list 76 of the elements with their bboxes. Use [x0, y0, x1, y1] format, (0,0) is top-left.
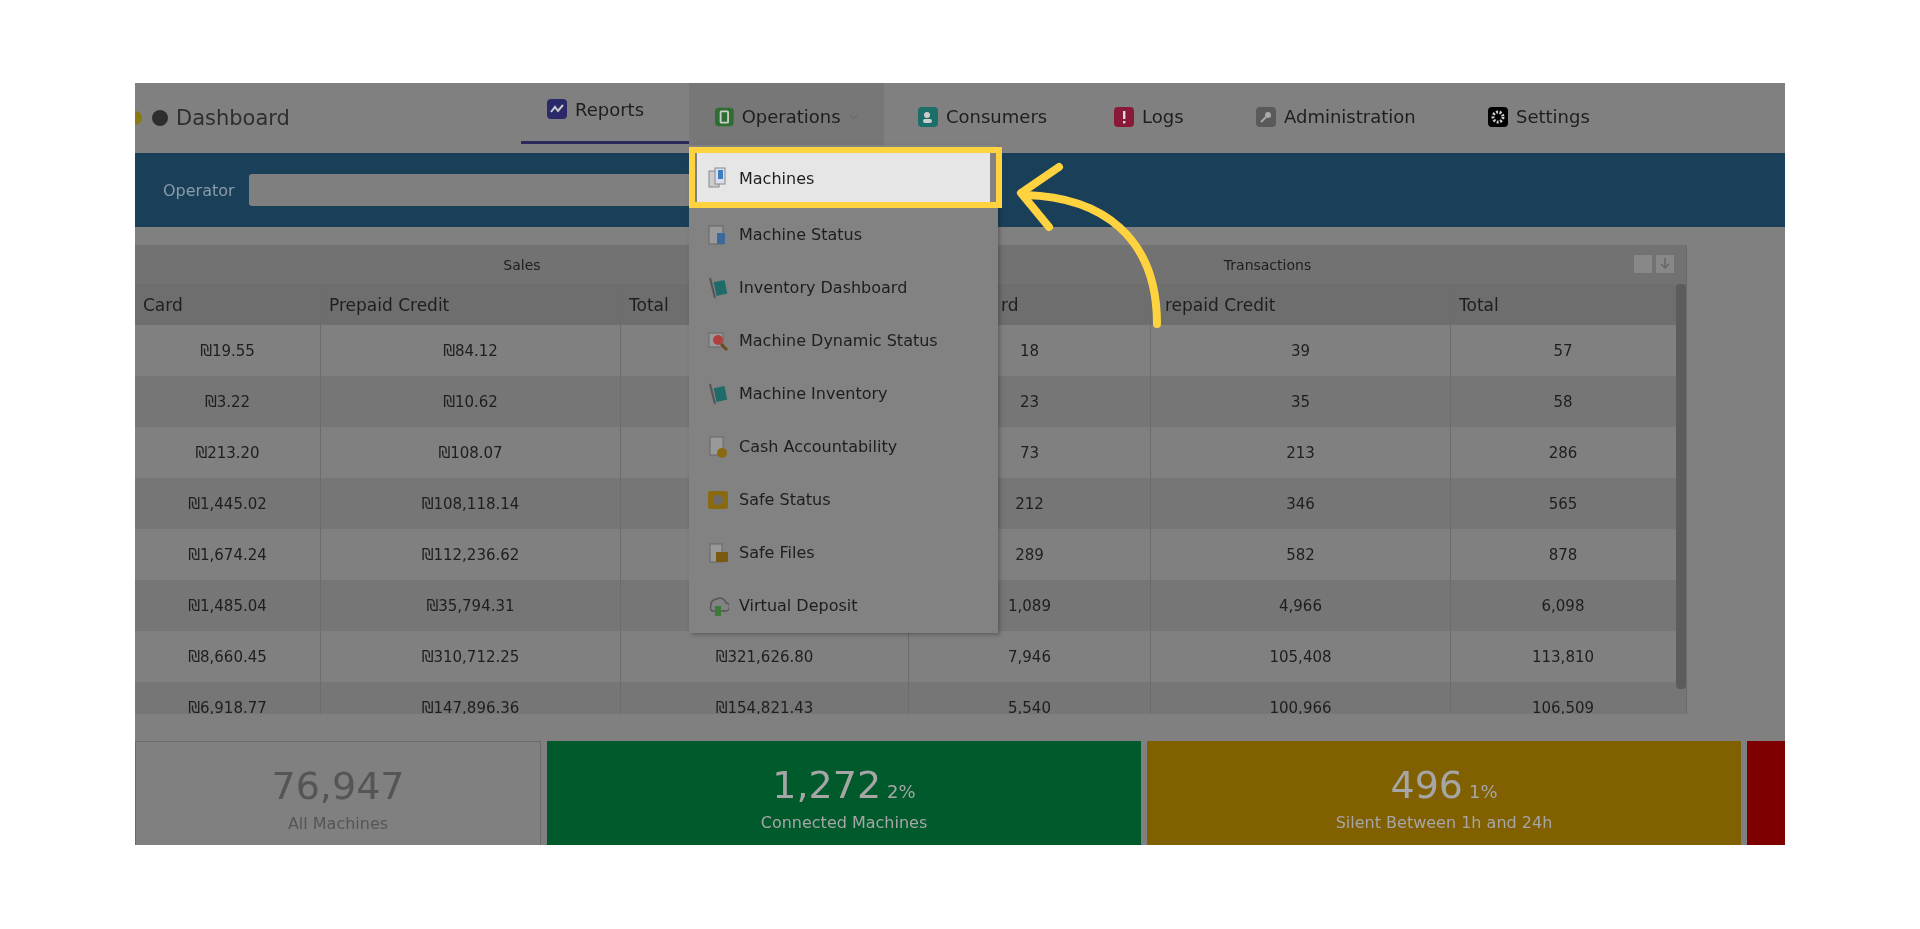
menu-item[interactable]: Safe Files	[689, 526, 998, 579]
menu-item[interactable]: Machine Status	[689, 208, 998, 261]
table-cell: ₪10.62	[443, 392, 498, 411]
group-header: Transactions	[1222, 255, 1313, 275]
table-cell: ₪321,626.80	[715, 647, 814, 666]
download-icon[interactable]	[1656, 255, 1674, 273]
table-cell: ₪1,485.04	[188, 596, 267, 615]
table-cell: 1,089	[1008, 596, 1051, 615]
stat-label: Connected Machines	[760, 813, 928, 832]
table-cell: ₪6,918.77	[188, 698, 267, 714]
nav-tab[interactable]: Logs	[1088, 83, 1230, 153]
stat-percent: 1%	[1469, 781, 1498, 802]
menu-item[interactable]: Machines	[697, 153, 990, 203]
menu-item[interactable]: Cash Accountability	[689, 420, 998, 473]
stat-label: Silent Between 1h and 24h	[1335, 813, 1553, 832]
phone-icon	[715, 106, 734, 127]
menu-item[interactable]: Safe Status	[689, 473, 998, 526]
trolley-icon	[707, 381, 729, 406]
document-coin-icon	[707, 434, 729, 459]
exclamation-icon	[1114, 106, 1134, 127]
trolley-icon	[707, 275, 729, 300]
gear-icon	[1488, 106, 1508, 127]
stat-percent: 2%	[887, 781, 916, 802]
table-cell: 212	[1015, 494, 1044, 513]
stat-value: 496	[1390, 763, 1463, 807]
table-cell: ₪3.22	[204, 392, 251, 411]
table-cell: ₪8,660.45	[188, 647, 267, 666]
table-cell: ₪1,674.24	[188, 545, 267, 564]
menu-item[interactable]: Machine Inventory	[689, 367, 998, 420]
table-cell: 286	[1548, 443, 1578, 462]
table-cell: 106,509	[1532, 698, 1594, 714]
table-cell: 878	[1548, 545, 1578, 564]
menu-item[interactable]: Virtual Deposit	[689, 579, 998, 632]
table-cell: 100,966	[1269, 698, 1332, 714]
table-cell: 18	[1019, 341, 1040, 360]
speedometer-icon	[152, 110, 168, 126]
table-cell: 39	[1290, 341, 1311, 360]
table-cell: ₪1,445.02	[188, 494, 267, 513]
table-cell: 23	[1019, 392, 1040, 411]
table-cell: ₪108.07	[438, 443, 503, 462]
machines-icon	[707, 166, 729, 190]
table-cell: 346	[1286, 494, 1315, 513]
table-cell: 73	[1019, 443, 1040, 462]
table-cell: 7,946	[1008, 647, 1051, 666]
table-cell: ₪213.20	[195, 443, 260, 462]
people-icon	[918, 106, 938, 127]
table-cell: ₪147,896.36	[421, 698, 520, 714]
table-cell: ₪84.12	[443, 341, 498, 360]
table-cell: ₪35,794.31	[426, 596, 515, 615]
table-cell: 58	[1553, 392, 1573, 411]
scrollbar[interactable]	[1676, 284, 1686, 689]
table-cell: 105,408	[1269, 647, 1332, 666]
group-header: Sales	[502, 255, 542, 275]
table-cell: 35	[1290, 392, 1311, 411]
table-cell: ₪108,118.14	[421, 494, 520, 513]
table-cell: 565	[1548, 494, 1578, 513]
table-cell: 113,810	[1532, 647, 1594, 666]
operator-label: Operator	[163, 180, 235, 200]
table-cell: 213	[1286, 443, 1315, 462]
table-cell: ₪154,821.43	[715, 698, 814, 714]
files-icon	[707, 540, 729, 565]
table-cell: ₪112,236.62	[421, 545, 520, 564]
stat-value: 1,272	[772, 763, 882, 807]
table-cell: ₪19.55	[200, 341, 255, 360]
table-cell: 57	[1553, 341, 1573, 360]
nav-tab[interactable]: Administration	[1230, 83, 1462, 153]
dashboard-title[interactable]: Dashboard	[176, 106, 290, 130]
table-cell: ₪310,712.25	[421, 647, 520, 666]
table-cell: 6,098	[1541, 596, 1585, 615]
key-icon	[1256, 106, 1276, 127]
column-header[interactable]: Total	[1451, 284, 1675, 325]
table-cell: 5,540	[1008, 698, 1051, 714]
table-cell: 289	[1015, 545, 1044, 564]
nav-tab[interactable]: Settings	[1462, 83, 1616, 153]
table-cell: 4,966	[1279, 596, 1322, 615]
table-cell: 582	[1286, 545, 1315, 564]
